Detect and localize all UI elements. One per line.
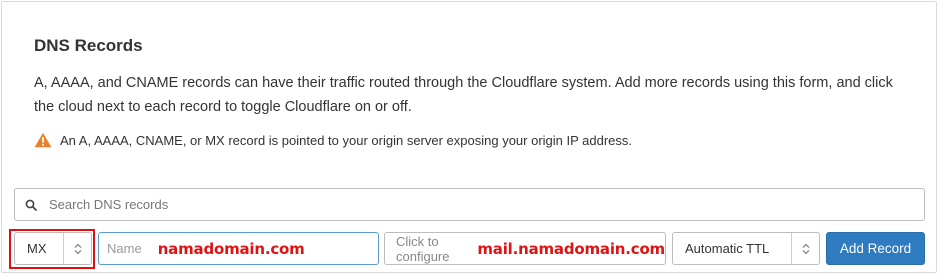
chevron-up-down-icon[interactable] xyxy=(792,243,819,255)
search-input[interactable] xyxy=(49,197,909,212)
section-description: A, AAAA, and CNAME records can have thei… xyxy=(34,75,893,115)
search-dns-records[interactable] xyxy=(14,188,925,221)
origin-ip-warning: An A, AAAA, CNAME, or MX record is point… xyxy=(34,130,632,150)
name-placeholder: Name xyxy=(107,241,142,256)
warning-text: An A, AAAA, CNAME, or MX record is point… xyxy=(60,132,633,148)
warning-triangle-icon xyxy=(34,132,52,148)
search-icon xyxy=(25,199,49,211)
add-record-button[interactable]: Add Record xyxy=(826,232,925,265)
chevron-up-down-icon[interactable] xyxy=(64,243,91,255)
section-title: DNS Records xyxy=(34,36,143,55)
name-field[interactable]: Name namadomain.com xyxy=(98,232,379,265)
content-field[interactable]: Click to configure mail.namadomain.com xyxy=(384,232,666,265)
record-type-select[interactable]: MX xyxy=(14,232,92,265)
content-annotation: mail.namadomain.com xyxy=(477,239,665,258)
ttl-value: Automatic TTL xyxy=(685,241,770,256)
ttl-select[interactable]: Automatic TTL xyxy=(672,232,820,265)
record-type-value: MX xyxy=(27,241,47,256)
name-annotation: namadomain.com xyxy=(157,239,305,258)
content-placeholder: Click to configure xyxy=(396,233,450,264)
